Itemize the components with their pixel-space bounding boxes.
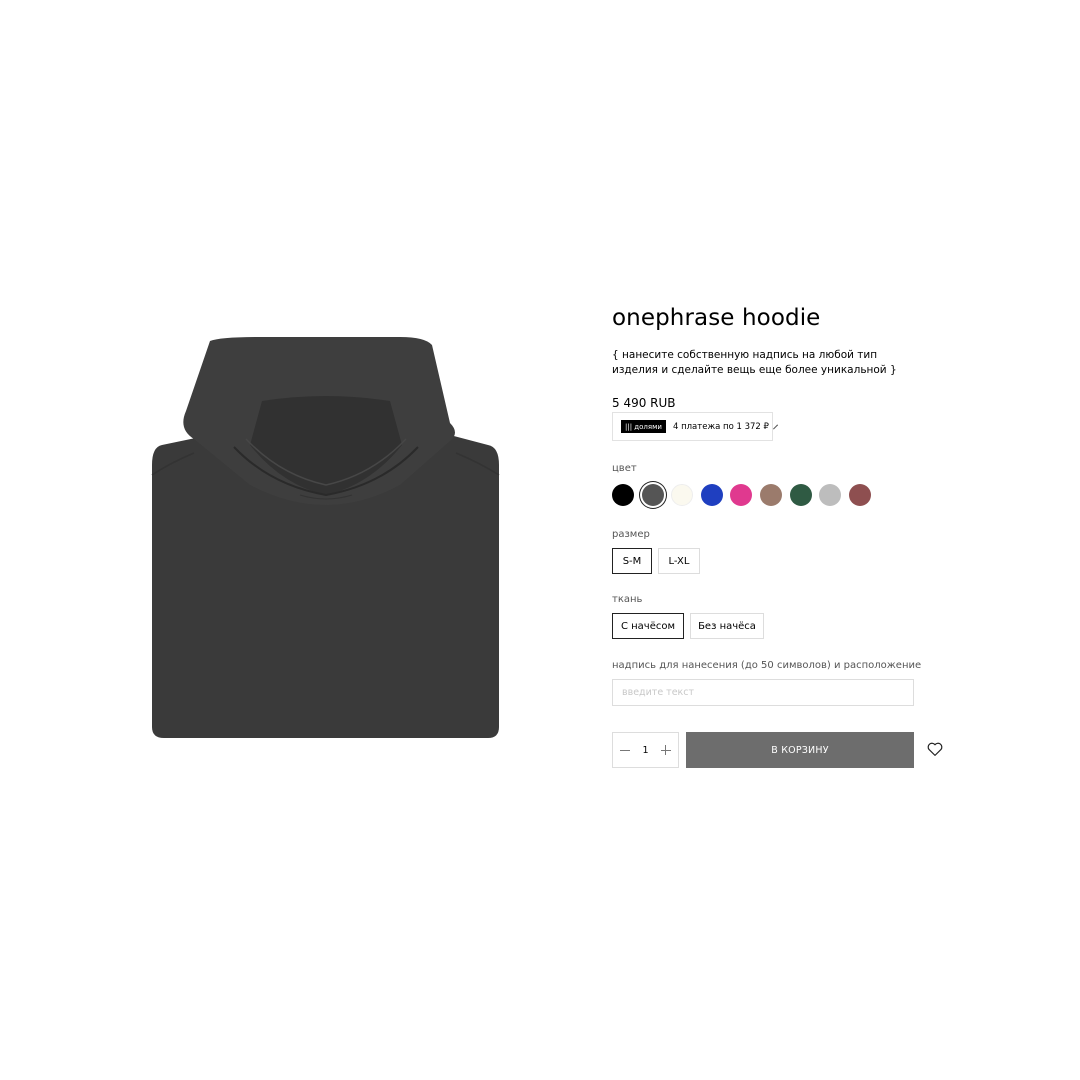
size-option-l-xl[interactable]: L-XL [658, 548, 700, 574]
fabric-label: ткань [612, 594, 643, 605]
color-swatch[interactable] [730, 484, 753, 506]
size-options: S-M L-XL [612, 548, 706, 574]
quantity-value[interactable]: 1 [642, 745, 648, 756]
dolyami-logo: ||| долями [621, 420, 666, 433]
color-label: цвет [612, 463, 637, 474]
minus-icon[interactable] [619, 744, 631, 756]
heart-icon[interactable] [926, 740, 944, 758]
color-swatch[interactable] [848, 484, 871, 506]
installment-widget[interactable]: ||| долями 4 платежа по 1 372 ₽ [612, 412, 778, 441]
product-description: { нанесите собственную надпись на любой … [612, 349, 897, 376]
color-swatch[interactable] [759, 484, 782, 506]
add-to-cart-button[interactable]: В КОРЗИНУ [686, 732, 914, 768]
color-swatch[interactable] [641, 484, 664, 506]
fabric-options: С начёсом Без начёса [612, 613, 770, 639]
color-swatch[interactable] [671, 484, 694, 506]
product-title: onephrase hoodie [612, 305, 821, 331]
color-swatch[interactable] [612, 484, 634, 506]
color-swatch[interactable] [819, 484, 842, 506]
product-image [150, 335, 502, 743]
inscription-input[interactable] [612, 679, 914, 706]
fabric-option-unbrushed[interactable]: Без начёса [690, 613, 764, 639]
color-swatch[interactable] [700, 484, 723, 506]
installment-text: 4 платежа по 1 372 ₽ [672, 421, 769, 432]
hoodie-image [151, 337, 500, 738]
quantity-stepper: 1 [612, 732, 679, 768]
inscription-label: надпись для нанесения (до 50 символов) и… [612, 660, 922, 671]
product-price: 5 490 RUB [612, 396, 676, 410]
size-option-s-m[interactable]: S-M [612, 548, 652, 574]
color-swatches [612, 481, 878, 509]
fabric-option-brushed[interactable]: С начёсом [612, 613, 684, 639]
color-swatch[interactable] [789, 484, 812, 506]
chevron-right-icon [772, 424, 778, 429]
size-label: размер [612, 529, 650, 540]
plus-icon[interactable] [660, 744, 672, 756]
